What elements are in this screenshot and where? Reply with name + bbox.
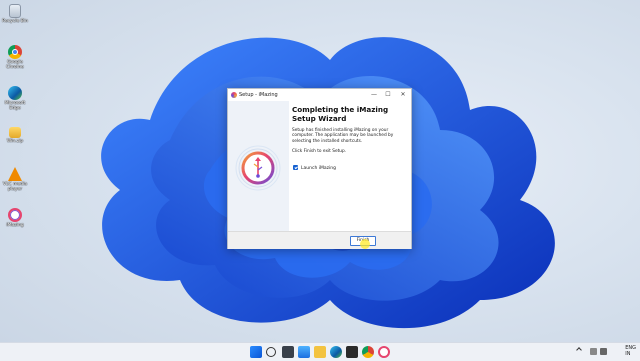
maximize-button[interactable]: ☐	[381, 90, 395, 100]
chrome-icon	[8, 45, 22, 59]
desktop-icon-chrome[interactable]: Google Chrome	[2, 45, 28, 70]
desktop-icon-label: Microsoft Edge	[4, 101, 26, 111]
taskbar: ENG IN	[0, 342, 640, 361]
setup-dialog: Setup - iMazing — ☐ ✕ Completing the iMa…	[227, 88, 412, 249]
desktop-icon-edge[interactable]: Microsoft Edge	[2, 86, 28, 111]
chrome-icon[interactable]	[362, 346, 374, 358]
launch-imazing-label: Launch iMazing	[301, 166, 336, 171]
recycle-bin-icon	[9, 4, 21, 18]
edge-icon[interactable]	[330, 346, 342, 358]
desktop-icon-label: Recycle Bin	[2, 19, 28, 24]
wizard-instruction: Click Finish to exit Setup.	[292, 149, 347, 155]
desktop-icon-label: Win.zip	[6, 139, 24, 144]
imazing-icon[interactable]	[378, 346, 390, 358]
wizard-content: Completing the iMazing Setup Wizard Setu…	[292, 105, 406, 155]
launch-imazing-checkbox[interactable]	[293, 165, 298, 170]
search-icon[interactable]	[266, 347, 276, 357]
chevron-up-icon[interactable]	[576, 347, 582, 353]
dialog-title: Setup - iMazing	[239, 92, 278, 98]
imazing-icon	[8, 208, 22, 222]
dialog-titlebar[interactable]: Setup - iMazing — ☐ ✕	[228, 89, 411, 101]
widgets-icon[interactable]	[298, 346, 310, 358]
desktop-icon-imazing[interactable]: iMazing	[2, 208, 28, 228]
wizard-side-panel	[228, 101, 289, 231]
imazing-logo-icon	[235, 145, 281, 191]
desktop-icon-recycle-bin[interactable]: Recycle Bin	[2, 4, 28, 24]
file-explorer-icon[interactable]	[314, 346, 326, 358]
wizard-heading: Completing the iMazing Setup Wizard	[292, 105, 389, 123]
store-icon[interactable]	[346, 346, 358, 358]
desktop-icon-winzip[interactable]: Win.zip	[2, 127, 28, 144]
desktop-icon-label: iMazing	[6, 223, 24, 228]
desktop-icon-label: Google Chrome	[6, 60, 24, 70]
start-icon[interactable]	[250, 346, 262, 358]
minimize-button[interactable]: —	[367, 90, 381, 100]
folder-zip-icon	[9, 127, 21, 138]
vlc-icon	[8, 167, 22, 181]
launch-imazing-option[interactable]: Launch iMazing	[293, 165, 336, 171]
cursor-highlight	[360, 239, 370, 249]
edge-icon	[8, 86, 22, 100]
task-view-icon[interactable]	[282, 346, 294, 358]
language-indicator[interactable]: ENG IN	[625, 345, 636, 357]
wizard-message: Setup has finished installing iMazing on…	[292, 128, 394, 144]
network-icon[interactable]	[590, 348, 597, 355]
volume-icon[interactable]	[600, 348, 607, 355]
desktop-icon-vlc[interactable]: VLC media player	[2, 167, 28, 192]
desktop-icon-label: VLC media player	[2, 182, 28, 192]
dialog-footer: Finish	[228, 231, 411, 249]
imazing-app-icon	[231, 92, 237, 98]
region-code: IN	[625, 351, 631, 357]
close-button[interactable]: ✕	[396, 90, 410, 100]
